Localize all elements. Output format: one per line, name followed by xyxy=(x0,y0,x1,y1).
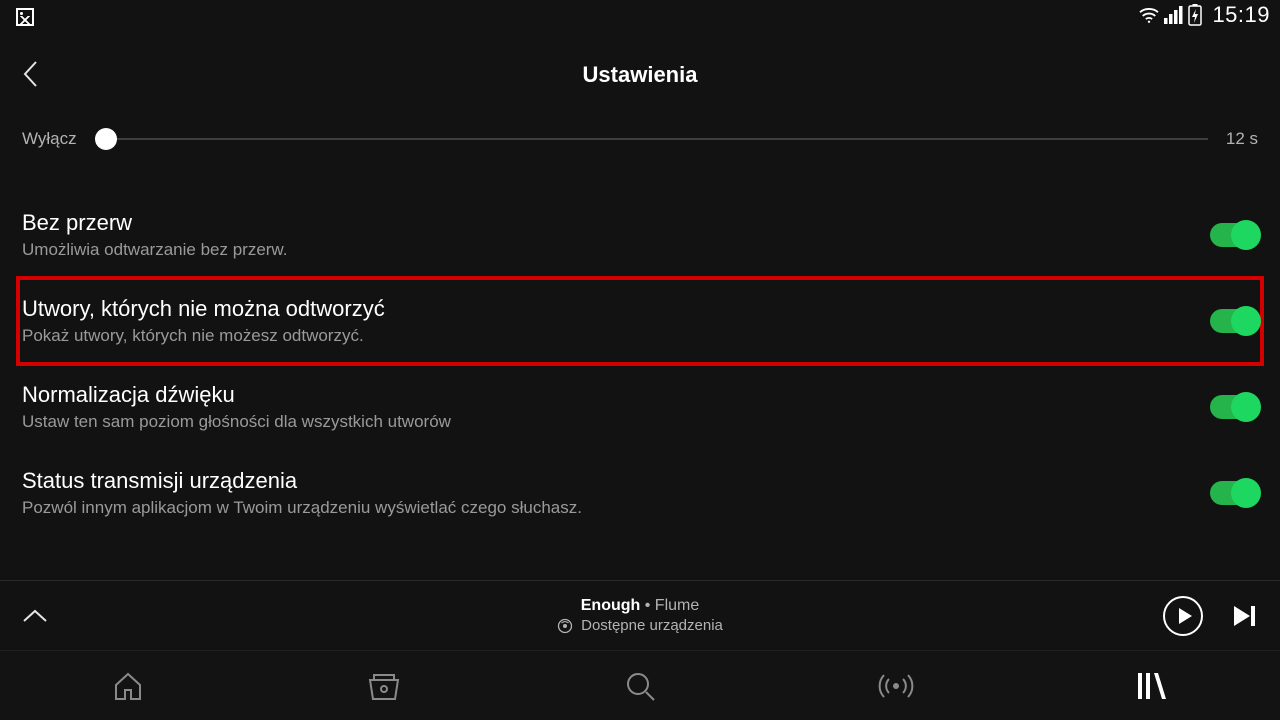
setting-text: Bez przerw Umożliwia odtwarzanie bez prze… xyxy=(22,210,288,260)
toggle-switch[interactable] xyxy=(1210,309,1258,333)
skip-next-icon xyxy=(1230,602,1258,630)
settings-content: Wyłącz 12 s Bez przerw Umożliwia odtwarza… xyxy=(0,120,1280,580)
setting-subtitle: Umożliwia odtwarzanie bez przerw. xyxy=(22,240,288,260)
wifi-icon xyxy=(1138,6,1160,24)
now-playing-artist: Flume xyxy=(655,597,699,614)
setting-title: Status transmisji urządzenia xyxy=(22,468,582,494)
slider-value-label: 12 s xyxy=(1226,129,1258,149)
setting-title: Utwory, których nie można odtworzyć xyxy=(22,296,385,322)
chevron-up-icon xyxy=(22,608,48,624)
expand-now-playing-button[interactable] xyxy=(22,608,48,624)
home-icon xyxy=(111,669,145,703)
crossfade-slider[interactable] xyxy=(95,138,1208,140)
bottom-nav xyxy=(0,650,1280,720)
setting-title: Normalizacja dźwięku xyxy=(22,382,451,408)
search-icon xyxy=(623,669,657,703)
devices-available-label: Dostępne urządzenia xyxy=(581,617,723,634)
battery-charging-icon xyxy=(1188,4,1202,26)
slider-thumb[interactable] xyxy=(95,128,117,150)
crossfade-slider-row: Wyłącz 12 s xyxy=(22,120,1258,158)
setting-row[interactable]: Utwory, których nie można odtworzyć Pokaż… xyxy=(18,278,1262,364)
nav-radio[interactable] xyxy=(876,666,916,706)
toggle-switch[interactable] xyxy=(1210,481,1258,505)
setting-subtitle: Ustaw ten sam poziom głośności dla wszys… xyxy=(22,412,451,432)
nav-library[interactable] xyxy=(1132,666,1172,706)
now-playing-separator: • xyxy=(640,597,655,614)
nav-browse[interactable] xyxy=(364,666,404,706)
nav-home[interactable] xyxy=(108,666,148,706)
devices-icon xyxy=(557,618,573,634)
nav-search[interactable] xyxy=(620,666,660,706)
play-icon xyxy=(1162,595,1204,637)
cell-signal-icon xyxy=(1164,6,1184,24)
now-playing-track: Enough xyxy=(581,597,641,614)
next-track-button[interactable] xyxy=(1230,602,1258,630)
browse-icon xyxy=(366,669,402,703)
image-notification-icon xyxy=(16,8,34,26)
play-button[interactable] xyxy=(1162,595,1204,637)
toggle-switch[interactable] xyxy=(1210,395,1258,419)
status-bar: 15:19 xyxy=(0,0,1280,30)
clock-label: 15:19 xyxy=(1212,2,1270,28)
setting-row[interactable]: Status transmisji urządzenia Pozwól innym… xyxy=(22,450,1258,536)
toggle-switch[interactable] xyxy=(1210,223,1258,247)
setting-text: Normalizacja dźwięku Ustaw ten sam poziom… xyxy=(22,382,451,432)
library-icon xyxy=(1134,669,1170,703)
radio-icon xyxy=(876,669,916,703)
setting-title: Bez przerw xyxy=(22,210,288,236)
setting-text: Status transmisji urządzenia Pozwól innym… xyxy=(22,468,582,518)
setting-row[interactable]: Bez przerw Umożliwia odtwarzanie bez prze… xyxy=(22,192,1258,278)
setting-subtitle: Pokaż utwory, których nie możesz odtworz… xyxy=(22,326,385,346)
setting-row[interactable]: Normalizacja dźwięku Ustaw ten sam poziom… xyxy=(22,364,1258,450)
now-playing-info: Enough • Flume Dostępne urządzenia xyxy=(0,597,1280,634)
setting-text: Utwory, których nie można odtworzyć Pokaż… xyxy=(22,296,385,346)
slider-off-label: Wyłącz xyxy=(22,129,77,149)
setting-subtitle: Pozwól innym aplikacjom w Twoim urządzen… xyxy=(22,498,582,518)
page-header: Ustawienia xyxy=(0,50,1280,100)
now-playing-bar[interactable]: Enough • Flume Dostępne urządzenia xyxy=(0,580,1280,650)
page-title: Ustawienia xyxy=(583,62,698,88)
